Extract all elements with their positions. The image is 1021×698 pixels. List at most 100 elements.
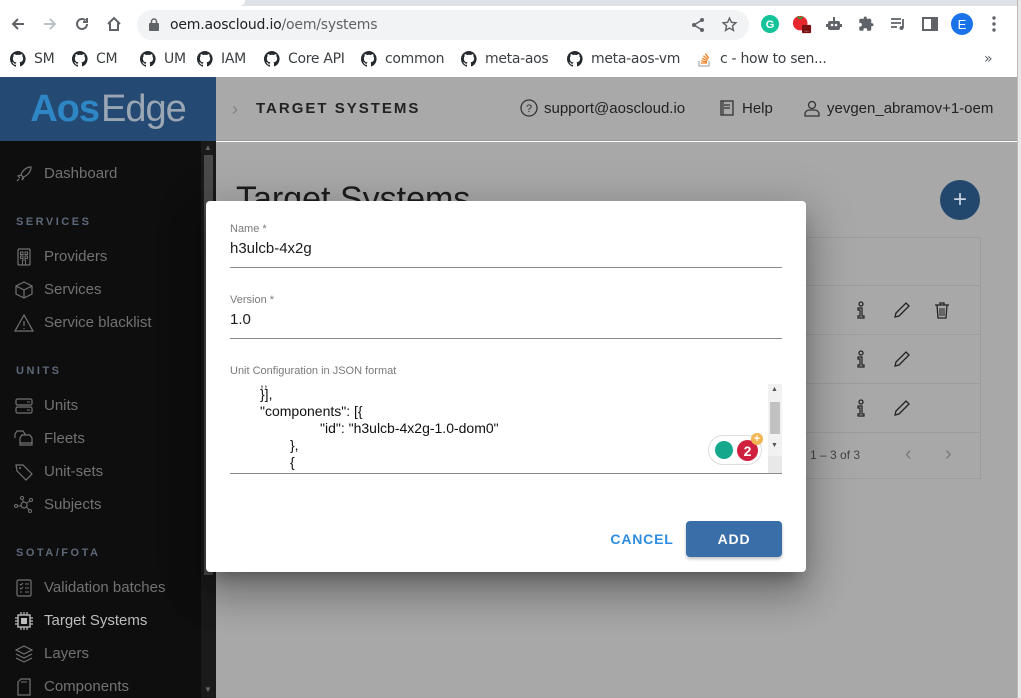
edit-pencil-icon[interactable] xyxy=(892,349,912,369)
forward-arrow-icon xyxy=(44,18,57,30)
plus-icon: + xyxy=(952,186,967,213)
pagination-range: 1 – 3 of 3 xyxy=(810,448,861,462)
side-panel-button[interactable] xyxy=(920,14,940,34)
home-button[interactable] xyxy=(102,12,126,36)
tag-icon xyxy=(15,464,33,481)
json-line: "id": "h3ulcb-4x2g-1.0-dom0" xyxy=(320,420,499,436)
browser-menu-button[interactable] xyxy=(984,14,1004,34)
bookmark-label: Core API xyxy=(288,51,345,67)
bookmark-core-api[interactable]: Core API xyxy=(264,49,345,69)
media-control-button[interactable] xyxy=(888,14,908,34)
warning-icon xyxy=(14,313,34,332)
json-line: { xyxy=(290,454,295,470)
resize-grip-icon[interactable] xyxy=(768,456,782,473)
sidebar-item-layers[interactable]: Layers xyxy=(0,639,201,669)
extensions-button[interactable] xyxy=(856,14,876,34)
add-target-system-button[interactable]: + xyxy=(940,180,980,220)
bookmark-label: c - how to sen... xyxy=(720,51,827,67)
edit-pencil-icon[interactable] xyxy=(892,398,912,418)
sidebar-item-dashboard[interactable]: Dashboard xyxy=(0,159,201,189)
sidebar-item-label: Fleets xyxy=(44,430,85,447)
bookmark-c-how-to-sen[interactable]: c - how to sen... xyxy=(696,49,827,69)
prev-page-button[interactable]: ‹ xyxy=(905,443,912,466)
bookmarks-overflow[interactable]: » xyxy=(984,49,993,69)
robot-extension[interactable] xyxy=(824,14,844,34)
info-icon[interactable] xyxy=(851,398,871,418)
scroll-up-arrow-icon[interactable]: ▲ xyxy=(771,386,778,393)
config-scrollbar[interactable]: ▲ ▼ xyxy=(768,384,782,473)
bookmark-label: SM xyxy=(34,51,55,67)
svg-text:G: G xyxy=(766,19,775,31)
sidebar-item-service-blacklist[interactable]: Service blacklist xyxy=(0,308,201,338)
share-icon[interactable] xyxy=(690,17,706,33)
grammarly-extension[interactable]: G xyxy=(760,14,780,34)
bookmark-label: meta-aos xyxy=(485,51,549,67)
tomato-timer-extension[interactable]: ... xyxy=(792,14,812,34)
reload-button[interactable] xyxy=(70,12,94,36)
sidebar-item-units[interactable]: Units xyxy=(0,391,201,421)
scroll-down-arrow-icon[interactable]: ▼ xyxy=(771,442,778,449)
active-tab[interactable] xyxy=(0,0,245,6)
info-icon[interactable] xyxy=(851,300,871,320)
sidebar-item-validation-batches[interactable]: Validation batches xyxy=(0,573,201,603)
back-button[interactable] xyxy=(6,12,30,36)
back-arrow-icon xyxy=(11,18,24,30)
address-bar[interactable]: oem.aoscloud.io/oem/systems xyxy=(137,10,749,40)
stackoverflow-icon xyxy=(698,53,710,67)
sidebar-item-services[interactable]: Services xyxy=(0,275,201,305)
add-button[interactable]: ADD xyxy=(686,521,782,557)
support-link[interactable]: ? support@aoscloud.io xyxy=(520,99,685,117)
bookmark-cm[interactable]: CM xyxy=(72,49,118,69)
profile-avatar[interactable]: E xyxy=(951,13,973,35)
sidebar-item-label: Units xyxy=(44,397,79,414)
delete-trash-icon[interactable] xyxy=(932,300,952,320)
json-line: }], xyxy=(260,386,273,402)
forward-button[interactable] xyxy=(38,12,62,36)
cancel-button[interactable]: CANCEL xyxy=(604,521,680,557)
user-icon xyxy=(804,100,820,117)
sidebar-item-unit-sets[interactable]: Unit-sets xyxy=(0,457,201,487)
url-text: oem.aoscloud.io/oem/systems xyxy=(170,17,377,33)
github-icon xyxy=(264,51,280,67)
cube-icon xyxy=(15,281,33,299)
edit-pencil-icon[interactable] xyxy=(892,300,912,320)
sidebar-item-fleets[interactable]: Fleets xyxy=(0,424,201,454)
bookmark-common[interactable]: common xyxy=(361,49,444,69)
home-icon xyxy=(107,16,121,31)
aos-edge-logo[interactable]: Aos Edge xyxy=(0,77,216,141)
sidebar-item-subjects[interactable]: Subjects xyxy=(0,490,201,520)
config-json-textarea[interactable]: ,, }], "components": [{ "id": "h3ulcb-4x… xyxy=(230,384,782,474)
bookmark-meta-aos-vm[interactable]: meta-aos-vm xyxy=(567,49,680,69)
svg-text:?: ? xyxy=(526,103,532,115)
github-icon xyxy=(197,51,213,67)
scroll-down-arrow-icon[interactable]: ▼ xyxy=(204,685,212,694)
version-input[interactable]: 1.0 xyxy=(230,311,782,331)
bookmark-meta-aos[interactable]: meta-aos xyxy=(461,49,549,69)
info-icon[interactable] xyxy=(851,349,871,369)
svg-text:...: ... xyxy=(804,27,809,33)
sidebar-item-label: Components xyxy=(44,678,130,695)
building-icon xyxy=(17,248,31,266)
grammarly-widget[interactable]: 2 + xyxy=(708,433,763,465)
sidebar-item-target-systems[interactable]: Target Systems xyxy=(0,606,201,636)
bookmark-sm[interactable]: SM xyxy=(10,49,55,69)
name-input[interactable]: h3ulcb-4x2g xyxy=(230,240,782,260)
sidebar-item-providers[interactable]: Providers xyxy=(0,242,201,272)
sidebar-item-components[interactable]: Components xyxy=(0,672,201,698)
config-scrollbar-thumb[interactable] xyxy=(770,402,780,434)
sidebar-item-label: Target Systems xyxy=(44,612,148,629)
github-icon xyxy=(361,51,377,67)
bookmark-label: IAM xyxy=(221,51,246,67)
bookmark-um[interactable]: UM xyxy=(140,49,186,69)
scroll-up-arrow-icon[interactable]: ▲ xyxy=(204,143,212,152)
user-menu[interactable]: yevgen_abramov+1-oem xyxy=(803,99,993,117)
bookmark-iam[interactable]: IAM xyxy=(197,49,246,69)
help-link[interactable]: Help xyxy=(718,99,773,117)
next-page-button[interactable]: › xyxy=(945,443,952,466)
lightbulb-icon xyxy=(715,441,733,459)
version-field[interactable]: Version * 1.0 xyxy=(230,294,782,339)
github-icon xyxy=(567,51,583,67)
name-field[interactable]: Name * h3ulcb-4x2g xyxy=(230,223,782,268)
bookmark-star-icon[interactable] xyxy=(721,16,738,33)
bookmark-label: CM xyxy=(96,51,118,67)
